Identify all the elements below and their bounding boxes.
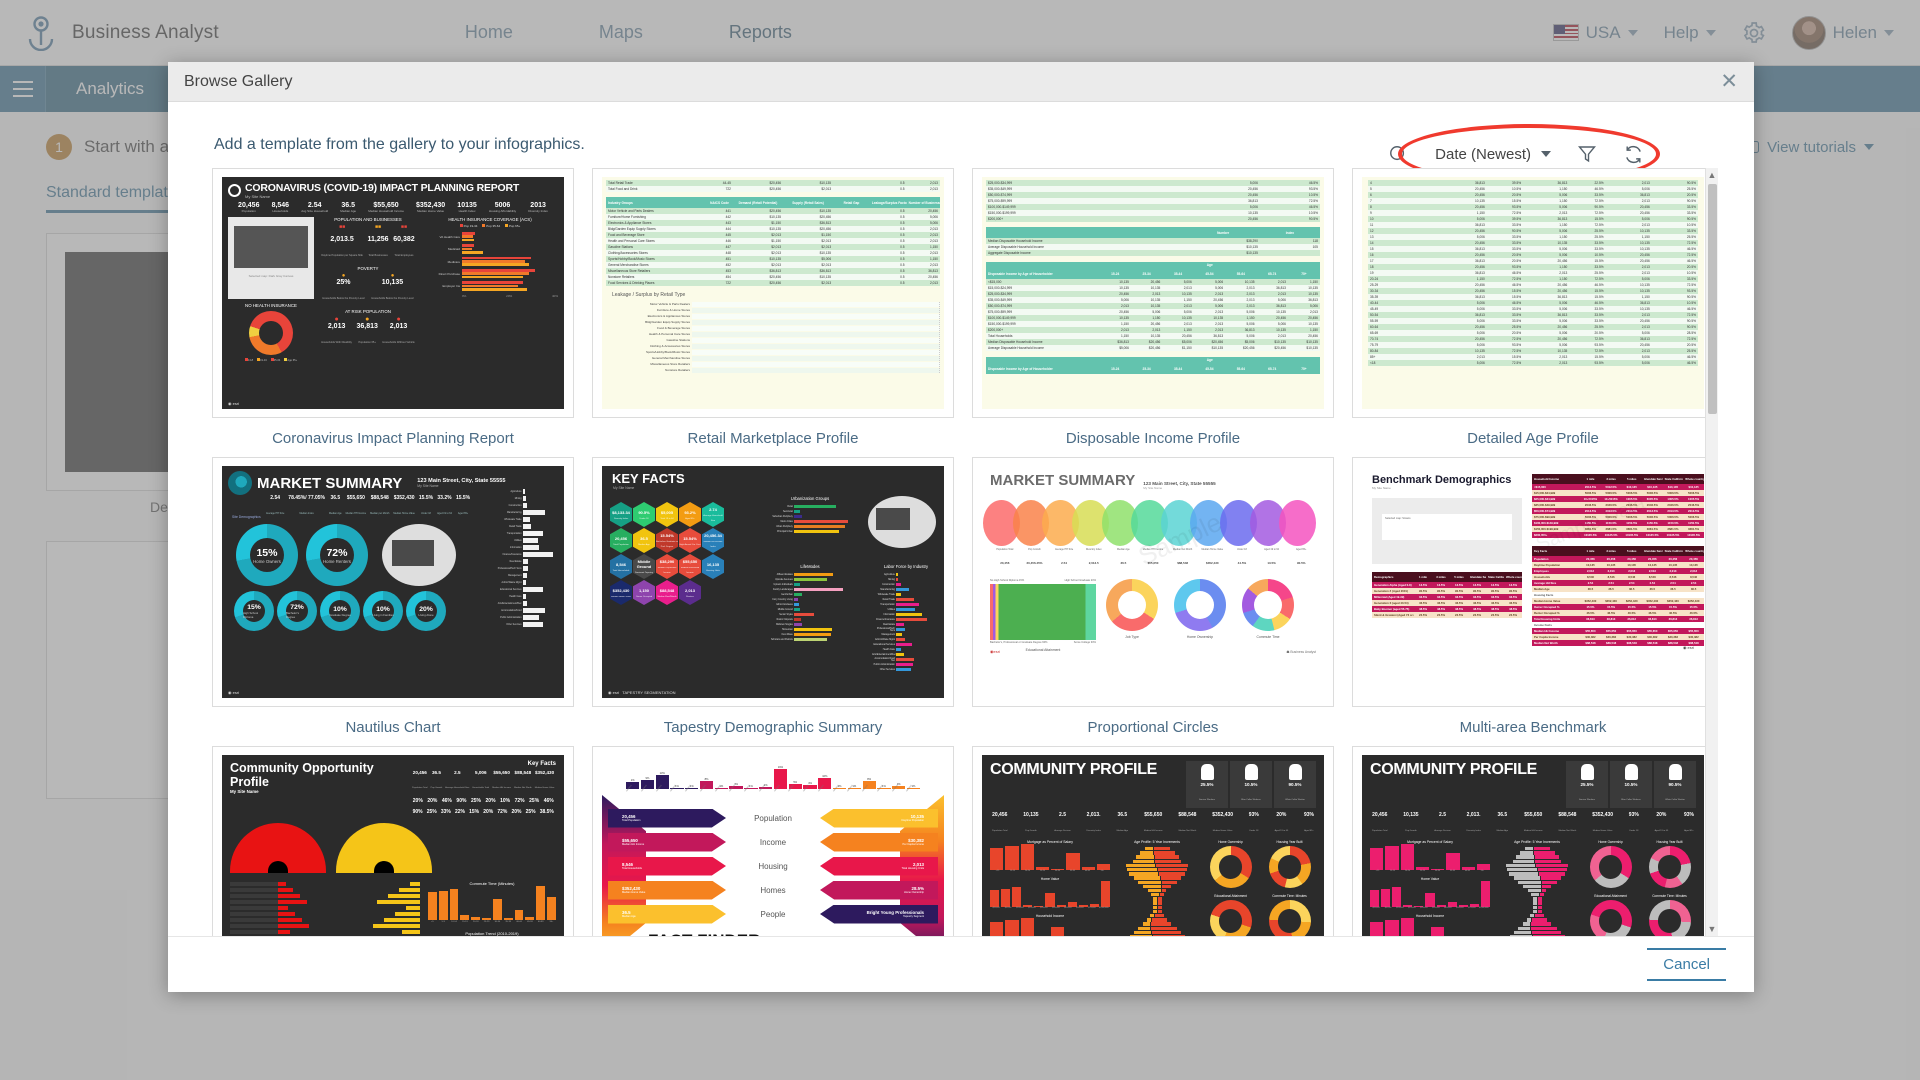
refresh-icon[interactable]: [1623, 144, 1644, 165]
browse-gallery-dialog: Browse Gallery ✕ Add a template from the…: [168, 62, 1754, 992]
gallery-template-item: MARKET SUMMARY 123 Main Street, City, Sta…: [212, 457, 574, 736]
dialog-footer: Cancel: [168, 936, 1754, 992]
gallery-grid: CORONAVIRUS (COVID-19) IMPACT PLANNING R…: [212, 168, 1714, 936]
template-thumbnail-fact-finder[interactable]: 1% 9% 13% 1% 1% 8% 1% 3% 1% 2% 19% 5% 4% 10% 1% 1% 8% 1% 3…: [592, 746, 954, 936]
gallery-template-item: 4 36,813 39.5% 36,813 22.5% 2,013 90.5% 5 20,456…: [1352, 168, 1714, 447]
search-icon[interactable]: [1388, 144, 1409, 165]
thumbnail-art: MARKET SUMMARY 123 Main Street, City, Sta…: [982, 466, 1324, 698]
thumbnail-art: Community Opportunity Profile My Site Nam…: [222, 755, 564, 936]
template-label: Coronavirus Impact Planning Report: [272, 430, 514, 447]
chevron-down-icon: [1541, 151, 1551, 157]
thumbnail-art: $25,000-$34,999 5,006 46.5% $35,000-$49,999…: [982, 177, 1324, 409]
thumbnail-art: Benchmark Demographics My Site Name Select…: [1362, 466, 1704, 698]
gallery-scroll-area[interactable]: CORONAVIRUS (COVID-19) IMPACT PLANNING R…: [212, 168, 1724, 936]
template-thumbnail-community-pink[interactable]: COMMUNITY PROFILE 25.5% Service Workers 10.…: [1352, 746, 1714, 936]
scroll-down-arrow-icon[interactable]: ▼: [1706, 922, 1718, 936]
thumbnail-art: CORONAVIRUS (COVID-19) IMPACT PLANNING R…: [222, 177, 564, 409]
gallery-template-item: COMMUNITY PROFILE 25.5% Service Workers 10.…: [972, 746, 1334, 936]
gallery-scrollbar[interactable]: ▲ ▼: [1705, 168, 1718, 936]
gallery-template-item: Total Retail Trade 44-45 $20,456 $10,135 0.5…: [592, 168, 954, 447]
thumbnail-art: 4 36,813 39.5% 36,813 22.5% 2,013 90.5% 5 20,456…: [1362, 177, 1704, 409]
gallery-template-item: Benchmark Demographics My Site Name Select…: [1352, 457, 1714, 736]
gallery-template-item: 1% 9% 13% 1% 1% 8% 1% 3% 1% 2% 19% 5% 4% 10% 1% 1% 8% 1% 3…: [592, 746, 954, 936]
scroll-up-arrow-icon[interactable]: ▲: [1706, 168, 1718, 182]
template-thumbnail-coronavirus[interactable]: CORONAVIRUS (COVID-19) IMPACT PLANNING R…: [212, 168, 574, 418]
thumbnail-art: COMMUNITY PROFILE 25.5% Service Workers 10.…: [982, 755, 1324, 936]
close-icon[interactable]: ✕: [1720, 71, 1738, 92]
gallery-template-item: KEY FACTS My Site Name $8,133.34 Diversity …: [592, 457, 954, 736]
thumbnail-art: COMMUNITY PROFILE 25.5% Service Workers 10.…: [1362, 755, 1704, 936]
template-thumbnail-benchmark[interactable]: Benchmark Demographics My Site Name Select…: [1352, 457, 1714, 707]
thumbnail-art: Total Retail Trade 44-45 $20,456 $10,135 0.5…: [602, 177, 944, 409]
template-label: Proportional Circles: [1087, 719, 1219, 736]
gallery-template-item: CORONAVIRUS (COVID-19) IMPACT PLANNING R…: [212, 168, 574, 447]
thumbnail-art: MARKET SUMMARY 123 Main Street, City, Sta…: [222, 466, 564, 698]
dialog-header: Browse Gallery ✕: [168, 62, 1754, 102]
template-thumbnail-proportional[interactable]: MARKET SUMMARY 123 Main Street, City, Sta…: [972, 457, 1334, 707]
gallery-template-item: MARKET SUMMARY 123 Main Street, City, Sta…: [972, 457, 1334, 736]
cancel-button[interactable]: Cancel: [1647, 948, 1726, 981]
thumbnail-art: KEY FACTS My Site Name $8,133.34 Diversity …: [602, 466, 944, 698]
template-label: Multi-area Benchmark: [1459, 719, 1607, 736]
template-thumbnail-tapestry[interactable]: KEY FACTS My Site Name $8,133.34 Diversity …: [592, 457, 954, 707]
gallery-template-item: COMMUNITY PROFILE 25.5% Service Workers 10.…: [1352, 746, 1714, 936]
template-label: Retail Marketplace Profile: [687, 430, 859, 447]
dialog-title: Browse Gallery: [184, 72, 293, 90]
thumbnail-art: 1% 9% 13% 1% 1% 8% 1% 3% 1% 2% 19% 5% 4% 10% 1% 1% 8% 1% 3…: [602, 755, 944, 936]
template-thumbnail-age-table[interactable]: 4 36,813 39.5% 36,813 22.5% 2,013 90.5% 5 20,456…: [1352, 168, 1714, 418]
template-thumbnail-retail-table[interactable]: Total Retail Trade 44-45 $20,456 $10,135 0.5…: [592, 168, 954, 418]
template-label: Tapestry Demographic Summary: [663, 719, 883, 736]
template-label: Detailed Age Profile: [1467, 430, 1599, 447]
sort-value: Date (Newest): [1435, 145, 1531, 163]
template-thumbnail-community-opportunity[interactable]: Community Opportunity Profile My Site Nam…: [212, 746, 574, 936]
template-thumbnail-community-orange[interactable]: COMMUNITY PROFILE 25.5% Service Workers 10.…: [972, 746, 1334, 936]
sort-dropdown[interactable]: Date (Newest): [1435, 146, 1551, 163]
template-thumbnail-nautilus[interactable]: MARKET SUMMARY 123 Main Street, City, Sta…: [212, 457, 574, 707]
gallery-template-item: Community Opportunity Profile My Site Nam…: [212, 746, 574, 936]
template-label: Disposable Income Profile: [1065, 430, 1241, 447]
gallery-template-item: $25,000-$34,999 5,006 46.5% $35,000-$49,999…: [972, 168, 1334, 447]
template-label: Nautilus Chart: [345, 719, 441, 736]
template-thumbnail-income-table[interactable]: $25,000-$34,999 5,006 46.5% $35,000-$49,999…: [972, 168, 1334, 418]
scrollbar-thumb[interactable]: [1708, 184, 1717, 414]
filter-funnel-icon[interactable]: [1577, 144, 1597, 164]
